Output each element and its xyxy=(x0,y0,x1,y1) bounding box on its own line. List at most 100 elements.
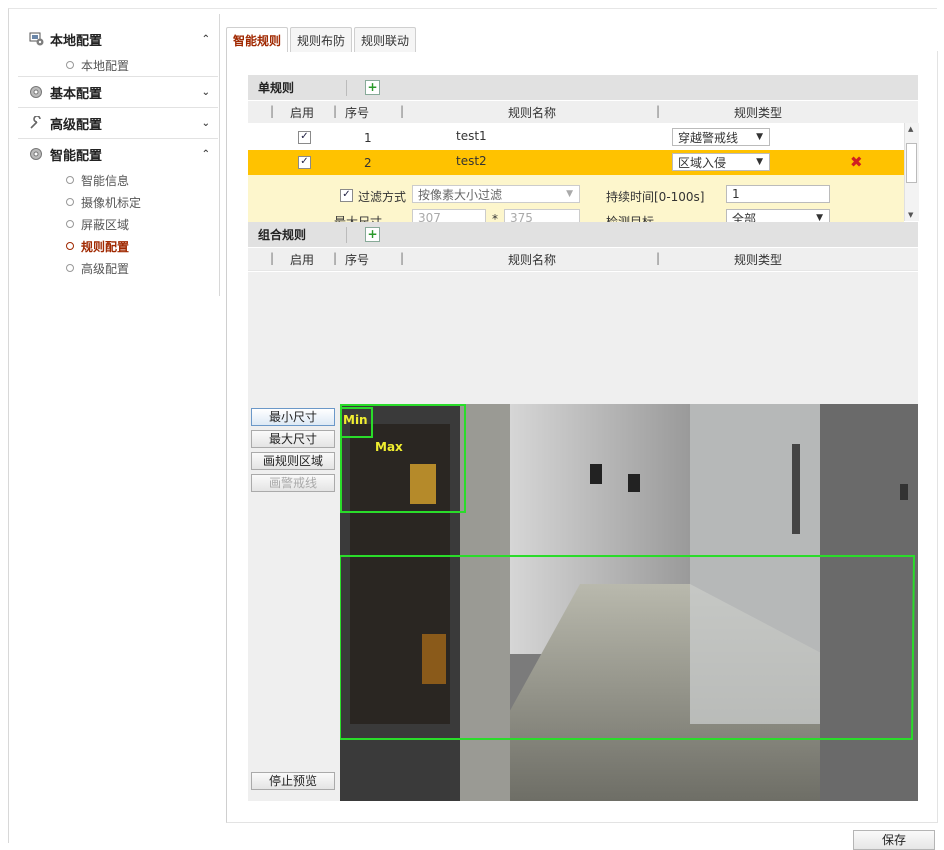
min-size-button[interactable]: 最小尺寸 xyxy=(251,408,335,426)
chevron-up-icon: ⌃ xyxy=(201,148,210,160)
rule-type-value: 区域入侵 xyxy=(678,155,727,170)
dropdown-arrow-icon: ▼ xyxy=(566,189,573,199)
rule-detail-panel: ✓ 过滤方式 按像素大小过滤 ▼ 持续时间[0-100s] 1 最大尺寸 307… xyxy=(248,175,904,222)
scroll-up-icon[interactable]: ▲ xyxy=(908,125,913,133)
sidebar-item-label: 智能信息 xyxy=(81,173,130,188)
max-width-value: 307 xyxy=(418,211,441,222)
draw-region-button[interactable]: 画规则区域 xyxy=(251,452,335,470)
enable-checkbox[interactable]: ✓ xyxy=(298,131,311,144)
rule-type-select[interactable]: 区域入侵 ▼ xyxy=(672,153,770,171)
tab-bar: 智能规则 规则布防 规则联动 xyxy=(226,27,418,52)
target-select[interactable]: 全部 ▼ xyxy=(726,209,830,222)
duration-input[interactable]: 1 xyxy=(726,185,830,203)
sidebar-item-advanced[interactable]: 高级配置 xyxy=(18,257,218,279)
bullet-icon xyxy=(66,242,74,250)
menu-head-label: 高级配置 xyxy=(50,117,103,133)
target-value: 全部 xyxy=(732,211,757,223)
menu-group-local: 本地配置 ⌃ 本地配置 xyxy=(18,24,218,76)
menu-head-label: 智能配置 xyxy=(50,148,103,164)
bullet-icon xyxy=(66,198,74,206)
combo-rules-title: 组合规则 xyxy=(248,226,347,243)
max-label: Max xyxy=(375,440,403,454)
stop-preview-button[interactable]: 停止预览 xyxy=(251,772,335,790)
sidebar-item-label: 规则配置 xyxy=(81,239,130,254)
column-name: 规则名称 xyxy=(508,253,557,267)
max-size-label: 最大尺寸 xyxy=(334,215,383,222)
column-name: 规则名称 xyxy=(508,106,557,120)
column-divider: | xyxy=(270,104,275,118)
tab-rule-arming[interactable]: 规则布防 xyxy=(290,27,353,52)
tab-rule-linkage[interactable]: 规则联动 xyxy=(354,27,417,52)
add-combo-rule-icon[interactable]: + xyxy=(365,227,380,242)
bullet-icon xyxy=(66,176,74,184)
table-row-selected[interactable]: ✓ 2 test2 区域入侵 ▼ ✖ xyxy=(248,150,904,175)
tab-smart-rules[interactable]: 智能规则 xyxy=(226,27,289,52)
column-index: 序号 xyxy=(345,253,370,267)
chevron-down-icon: ⌄ xyxy=(201,117,210,129)
duration-value: 1 xyxy=(732,187,740,201)
sidebar-item-camera-calibration[interactable]: 摄像机标定 xyxy=(18,191,218,213)
gear-icon xyxy=(28,146,44,162)
rule-index: 1 xyxy=(364,131,372,145)
menu-head-basic-config[interactable]: 基本配置 ⌄ xyxy=(18,77,218,107)
delete-icon[interactable]: ✖ xyxy=(850,153,863,171)
combo-rules-columns: | 启用 | 序号 | 规则名称 | 规则类型 xyxy=(248,248,918,271)
single-rules-header: 单规则 + xyxy=(248,75,918,100)
sidebar-item-label: 屏蔽区域 xyxy=(81,217,130,232)
filter-label: 过滤方式 xyxy=(358,190,407,204)
gear-icon xyxy=(28,84,44,100)
sidebar: 本地配置 ⌃ 本地配置 基本配置 ⌄ 高级配置 ⌄ 智能配置 ⌃ 智能信息 摄像… xyxy=(18,24,218,279)
min-label: Min xyxy=(343,413,368,427)
target-label: 检测目标 xyxy=(606,215,655,222)
bullet-icon xyxy=(66,220,74,228)
wrench-icon xyxy=(28,115,44,131)
column-divider: | xyxy=(333,104,338,118)
bullet-icon xyxy=(66,264,74,272)
chevron-down-icon: ⌄ xyxy=(201,86,210,98)
camera-scene xyxy=(340,404,918,801)
column-enable: 启用 xyxy=(290,253,315,267)
column-type: 规则类型 xyxy=(734,106,783,120)
max-height-input[interactable]: 375 xyxy=(504,209,580,222)
column-divider: | xyxy=(270,251,275,265)
rule-type-value: 穿越警戒线 xyxy=(678,130,739,145)
duration-label: 持续时间[0-100s] xyxy=(606,190,705,204)
dropdown-arrow-icon: ▼ xyxy=(756,132,763,142)
max-height-value: 375 xyxy=(510,211,533,222)
max-width-input[interactable]: 307 xyxy=(412,209,486,222)
sidebar-divider xyxy=(219,14,220,296)
sidebar-item-mask-area[interactable]: 屏蔽区域 xyxy=(18,213,218,235)
filter-checkbox[interactable]: ✓ xyxy=(340,189,353,202)
max-size-button[interactable]: 最大尺寸 xyxy=(251,430,335,448)
column-divider: | xyxy=(333,251,338,265)
combo-rules-header: 组合规则 + xyxy=(248,222,918,247)
menu-head-advanced-config[interactable]: 高级配置 ⌄ xyxy=(18,108,218,138)
scroll-thumb[interactable] xyxy=(906,143,917,183)
column-enable: 启用 xyxy=(290,106,315,120)
sidebar-item-label: 摄像机标定 xyxy=(81,195,142,210)
sidebar-item-smart-info[interactable]: 智能信息 xyxy=(18,169,218,191)
menu-head-label: 本地配置 xyxy=(50,33,103,49)
rule-index: 2 xyxy=(364,156,372,170)
rules-scrollbar[interactable]: ▲ ▼ xyxy=(904,123,919,221)
sidebar-item-rule-config[interactable]: 规则配置 xyxy=(18,235,218,257)
column-type: 规则类型 xyxy=(734,253,783,267)
filter-method-select[interactable]: 按像素大小过滤 ▼ xyxy=(412,185,580,203)
table-row[interactable]: ✓ 1 test1 穿越警戒线 ▼ xyxy=(248,126,904,149)
save-button[interactable]: 保存 xyxy=(853,830,935,850)
column-divider: | xyxy=(400,104,405,118)
rule-type-select[interactable]: 穿越警戒线 ▼ xyxy=(672,128,770,146)
add-rule-icon[interactable]: + xyxy=(365,80,380,95)
menu-head-label: 基本配置 xyxy=(50,86,103,102)
size-separator: * xyxy=(492,212,498,222)
local-config-icon xyxy=(28,31,44,47)
rule-name: test1 xyxy=(456,129,487,143)
scroll-down-icon[interactable]: ▼ xyxy=(908,211,913,219)
single-rules-title: 单规则 xyxy=(248,79,347,96)
menu-head-smart-config[interactable]: 智能配置 ⌃ xyxy=(18,139,218,169)
column-divider: | xyxy=(400,251,405,265)
enable-checkbox[interactable]: ✓ xyxy=(298,156,311,169)
menu-head-local-config[interactable]: 本地配置 ⌃ xyxy=(18,24,218,54)
sidebar-item-local-config[interactable]: 本地配置 xyxy=(18,54,218,76)
video-preview[interactable]: Min Max xyxy=(340,404,918,801)
